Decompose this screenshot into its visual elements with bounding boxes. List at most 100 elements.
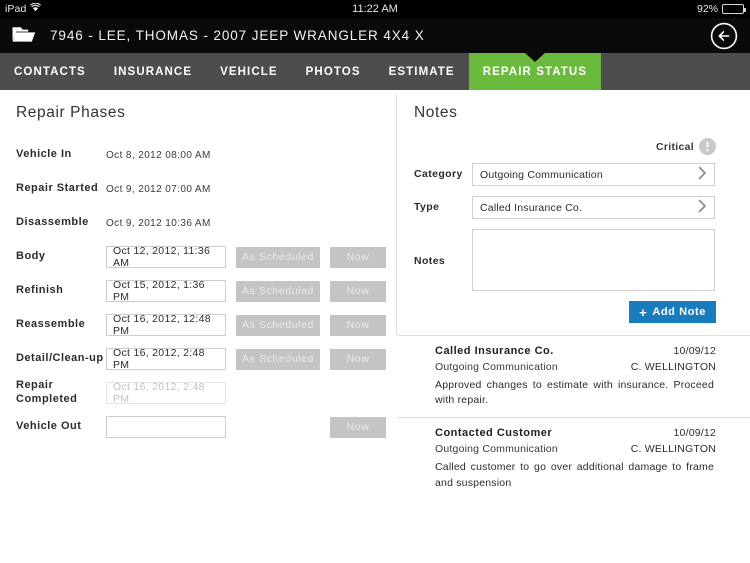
note-date: 10/09/12 — [673, 345, 716, 357]
phase-row: Repair Started Oct 9, 2012 07:00 AM — [16, 172, 396, 206]
add-note-button[interactable]: + Add Note — [629, 301, 716, 323]
tab-label: CONTACTS — [14, 65, 86, 78]
phase-label: Vehicle In — [16, 148, 72, 161]
tab-repair-status[interactable]: REPAIR STATUS — [468, 53, 602, 90]
phase-row: Detail/Clean-up Oct 16, 2012, 2:48 PM As S… — [16, 342, 396, 376]
notes-panel: Notes Critical Category Outgoing Communi… — [397, 90, 750, 500]
note-text-label: Notes — [414, 255, 446, 267]
note-item-subheader: Outgoing Communication C. WELLINGTON — [435, 443, 716, 455]
tab-label: REPAIR STATUS — [482, 65, 588, 78]
tab-label: ESTIMATE — [388, 65, 455, 78]
note-title: Contacted Customer — [435, 427, 553, 440]
note-category-label: Category — [414, 168, 463, 180]
note-text-row: Notes — [397, 229, 750, 291]
note-body: Approved changes to estimate with insura… — [435, 379, 714, 407]
phase-date-text: Oct 9, 2012 07:00 AM — [106, 183, 211, 195]
status-bar-right: 92% — [696, 3, 746, 15]
tab-photos[interactable]: PHOTOS — [292, 53, 375, 90]
now-button[interactable]: Now — [330, 348, 386, 370]
as-scheduled-button[interactable]: As Scheduled — [236, 246, 320, 268]
note-type-row: Type Called Insurance Co. — [397, 196, 750, 219]
tab-vehicle[interactable]: VEHICLE — [206, 53, 292, 90]
phase-date-field[interactable]: Oct 12, 2012, 11:36 AM — [106, 245, 226, 269]
note-type-value: Called Insurance Co. — [480, 201, 583, 214]
chevron-right-icon — [698, 166, 707, 183]
title-bar: 7946 - LEE, THOMAS - 2007 JEEP WRANGLER … — [0, 18, 750, 53]
phase-label: Refinish — [16, 284, 64, 297]
notes-header: Notes — [397, 90, 750, 122]
phase-date-text: Oct 9, 2012 10:36 AM — [106, 217, 211, 229]
phase-label: Reassemble — [16, 318, 86, 331]
phase-date-field[interactable]: Oct 16, 2012, 2:48 PM — [106, 347, 226, 371]
phase-row: Disassemble Oct 9, 2012 10:36 AM — [16, 206, 396, 240]
phase-label: Vehicle Out — [16, 420, 82, 433]
now-button[interactable]: Now — [330, 314, 386, 336]
note-item-header: Contacted Customer 10/09/12 — [435, 427, 716, 439]
ios-status-bar: iPad 11:22 AM 92% — [0, 0, 750, 18]
battery-icon — [722, 4, 746, 14]
repair-phases-panel: Repair Phases Vehicle In Oct 8, 2012 08:0… — [0, 90, 396, 444]
phase-row: Vehicle Out Now — [16, 410, 396, 444]
status-bar-clock: 11:22 AM — [352, 3, 398, 15]
note-category: Outgoing Communication — [435, 361, 558, 373]
note-title: Called Insurance Co. — [435, 345, 554, 357]
phase-label: Repair Completed — [16, 379, 78, 405]
exclamation-circle-icon[interactable] — [699, 138, 716, 155]
note-author: C. WELLINGTON — [630, 361, 716, 373]
add-note-label: Add Note — [652, 306, 706, 318]
job-title: 7946 - LEE, THOMAS - 2007 JEEP WRANGLER … — [50, 28, 425, 43]
note-category-select[interactable]: Outgoing Communication — [472, 163, 715, 186]
phase-label: Disassemble — [16, 216, 89, 229]
phase-label: Detail/Clean-up — [16, 352, 104, 365]
main-tab-bar: CONTACTS INSURANCE VEHICLE PHOTOS ESTIMATE RE… — [0, 53, 750, 90]
note-body: Called customer to go over additional da… — [435, 461, 714, 489]
content-area: Repair Phases Vehicle In Oct 8, 2012 08:0… — [0, 90, 750, 563]
as-scheduled-button[interactable]: As Scheduled — [236, 280, 320, 302]
plus-icon: + — [639, 304, 648, 320]
phase-row: Refinish Oct 15, 2012, 1:36 PM As Schedule… — [16, 274, 396, 308]
now-button[interactable]: Now — [330, 416, 386, 438]
tab-contacts[interactable]: CONTACTS — [0, 53, 100, 90]
repair-phase-list: Vehicle In Oct 8, 2012 08:00 AM Repair Sta… — [16, 138, 396, 444]
note-type-label: Type — [414, 201, 440, 213]
tab-label: PHOTOS — [305, 65, 361, 78]
notes-heading: Notes — [414, 104, 458, 121]
phase-row: Reassemble Oct 16, 2012, 12:48 PM As Sched… — [16, 308, 396, 342]
phase-date-field[interactable]: Oct 16, 2012, 12:48 PM — [106, 313, 226, 337]
phase-label: Body — [16, 250, 46, 263]
add-note-row: + Add Note — [397, 301, 750, 323]
phase-date-field[interactable]: Oct 15, 2012, 1:36 PM — [106, 279, 226, 303]
phase-row: Repair Completed Oct 16, 2012, 2:48 PM — [16, 376, 396, 410]
now-button[interactable]: Now — [330, 280, 386, 302]
note-author: C. WELLINGTON — [630, 443, 716, 456]
note-category-value: Outgoing Communication — [480, 168, 603, 181]
phase-row: Body Oct 12, 2012, 11:36 AM As Scheduled No… — [16, 240, 396, 274]
tab-estimate[interactable]: ESTIMATE — [375, 53, 469, 90]
phase-row: Vehicle In Oct 8, 2012 08:00 AM — [16, 138, 396, 172]
app-root: iPad 11:22 AM 92% 7946 - LEE, THOMAS - 2… — [0, 0, 750, 563]
as-scheduled-button[interactable]: As Scheduled — [236, 314, 320, 336]
now-button[interactable]: Now — [330, 246, 386, 268]
note-list-item[interactable]: Called Insurance Co. 10/09/12 Outgoing Com… — [397, 335, 750, 417]
phase-label: Repair Started — [16, 182, 99, 195]
phase-date-field: Oct 16, 2012, 2:48 PM — [106, 381, 226, 405]
battery-percent-label: 92% — [696, 3, 718, 15]
note-date: 10/09/12 — [673, 427, 716, 440]
phase-date-text: Oct 8, 2012 08:00 AM — [106, 149, 211, 161]
chevron-right-icon — [698, 199, 707, 216]
note-category-row: Category Outgoing Communication — [397, 163, 750, 186]
note-category: Outgoing Communication — [435, 443, 558, 456]
phase-date-field[interactable] — [106, 416, 226, 438]
repair-phases-heading: Repair Phases — [16, 104, 126, 121]
note-text-input[interactable] — [472, 229, 715, 291]
tab-insurance[interactable]: INSURANCE — [100, 53, 206, 90]
back-arrow-icon[interactable] — [710, 22, 738, 50]
note-type-select[interactable]: Called Insurance Co. — [472, 196, 715, 219]
notes-history-list: Called Insurance Co. 10/09/12 Outgoing Com… — [397, 335, 750, 500]
note-item-header: Called Insurance Co. 10/09/12 — [435, 345, 716, 357]
critical-toggle-row: Critical — [397, 138, 750, 155]
note-list-item[interactable]: Contacted Customer 10/09/12 Outgoing Commu… — [397, 417, 750, 499]
tab-label: INSURANCE — [113, 65, 193, 78]
as-scheduled-button[interactable]: As Scheduled — [236, 348, 320, 370]
folder-icon — [12, 24, 36, 48]
